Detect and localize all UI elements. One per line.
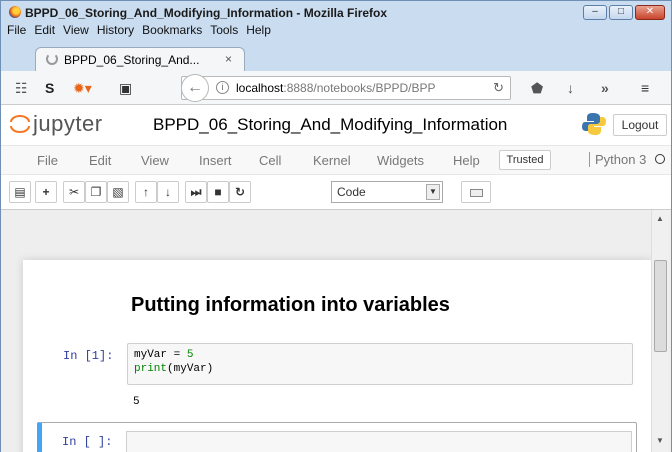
menu-tools[interactable]: Tools	[210, 23, 238, 41]
jmenu-help[interactable]: Help	[453, 153, 480, 168]
cell-type-value: Code	[337, 185, 366, 199]
reload-icon[interactable]: ↻	[493, 80, 504, 96]
vertical-scrollbar[interactable]: ▲ ▼	[651, 210, 669, 452]
minimize-button[interactable]: –	[583, 5, 607, 20]
save-checkpoint-icon[interactable]: ▤	[9, 181, 31, 203]
window-title: BPPD_06_Storing_And_Modifying_Informatio…	[25, 6, 388, 20]
keyboard-shortcuts-button[interactable]	[461, 181, 491, 203]
cell-prompt: In [1]:	[63, 349, 114, 363]
menu-view[interactable]: View	[63, 23, 89, 41]
menu-edit[interactable]: Edit	[34, 23, 55, 41]
jupyter-menubar: File Edit View Insert Cell Kernel Widget…	[1, 145, 671, 175]
code-input[interactable]: myVar = 5 print(myVar)	[127, 343, 633, 385]
loading-icon	[46, 53, 58, 65]
jmenu-kernel[interactable]: Kernel	[313, 153, 351, 168]
url-bar[interactable]: i localhost:8888/notebooks/BPPD/BPP ↻	[181, 76, 511, 100]
menu-file[interactable]: File	[7, 23, 26, 41]
trusted-badge[interactable]: Trusted	[499, 150, 551, 170]
info-icon[interactable]: i	[216, 81, 229, 94]
insert-cell-icon[interactable]: +	[35, 181, 57, 203]
interrupt-icon[interactable]: ■	[207, 181, 229, 203]
firefox-logo-icon	[9, 6, 21, 18]
copy-icon[interactable]: ❐	[85, 181, 107, 203]
selected-code-cell[interactable]: In [ ]:	[37, 422, 637, 452]
notebook-area: Putting information into variables In [1…	[1, 209, 671, 452]
paste-icon[interactable]: ▧	[107, 181, 129, 203]
window-titlebar: BPPD_06_Storing_And_Modifying_Informatio…	[1, 1, 671, 23]
scroll-thumb[interactable]	[654, 260, 667, 352]
rss-icon[interactable]: ☷	[15, 80, 28, 97]
move-up-icon[interactable]: ↑	[135, 181, 157, 203]
chevron-down-icon[interactable]: ▼	[426, 184, 440, 200]
jmenu-view[interactable]: View	[141, 153, 169, 168]
scroll-up-icon[interactable]: ▲	[656, 214, 664, 223]
navigation-bar: ☷ S ✹▾ ▣ ← i localhost:8888/notebooks/BP…	[1, 71, 671, 105]
logout-button[interactable]: Logout	[613, 114, 667, 136]
close-window-button[interactable]: ✕	[635, 5, 665, 20]
cell-type-select[interactable]: Code ▼	[331, 181, 443, 203]
run-icon[interactable]: ⏭	[185, 181, 207, 203]
kernel-status-icon	[655, 154, 665, 164]
maximize-button[interactable]: □	[609, 5, 633, 20]
cell-prompt: In [ ]:	[62, 435, 113, 449]
jmenu-insert[interactable]: Insert	[199, 153, 232, 168]
python-logo-icon	[582, 113, 606, 135]
code-text: myVar = 5 print(myVar)	[134, 349, 214, 375]
back-icon[interactable]: ←	[181, 74, 209, 102]
cut-icon[interactable]: ✂	[63, 181, 85, 203]
kernel-name: Python 3	[589, 152, 646, 167]
scroll-down-icon[interactable]: ▼	[656, 436, 664, 445]
menu-help[interactable]: Help	[246, 23, 271, 41]
jmenu-file[interactable]: File	[37, 153, 58, 168]
s-icon[interactable]: S	[45, 80, 54, 96]
pocket-icon[interactable]: ⬟	[531, 80, 543, 97]
code-input[interactable]	[126, 431, 632, 452]
tab-strip: BPPD_06_Storing_And... ×	[1, 41, 671, 71]
download-icon[interactable]: ↓	[567, 80, 574, 96]
bug-icon[interactable]: ✹▾	[73, 80, 92, 97]
overflow-icon[interactable]: »	[601, 80, 609, 96]
cell-output: 5	[133, 396, 140, 408]
keyboard-icon	[470, 189, 483, 197]
menu-bookmarks[interactable]: Bookmarks	[142, 23, 202, 41]
menu-history[interactable]: History	[97, 23, 134, 41]
hamburger-icon[interactable]: ≡	[641, 80, 649, 96]
browser-menubar: File Edit View History Bookmarks Tools H…	[1, 23, 671, 41]
jupyter-brand[interactable]: jupyter	[33, 111, 103, 137]
notebook-page: Putting information into variables In [1…	[23, 260, 651, 452]
browser-tab[interactable]: BPPD_06_Storing_And... ×	[35, 47, 245, 71]
move-down-icon[interactable]: ↓	[157, 181, 179, 203]
restart-icon[interactable]: ↻	[229, 181, 251, 203]
jmenu-cell[interactable]: Cell	[259, 153, 281, 168]
jmenu-edit[interactable]: Edit	[89, 153, 111, 168]
jupyter-logo-icon[interactable]	[9, 113, 31, 135]
save-icon[interactable]: ▣	[119, 80, 132, 97]
tab-close-icon[interactable]: ×	[225, 52, 232, 66]
jupyter-header: jupyter BPPD_06_Storing_And_Modifying_In…	[1, 105, 671, 145]
tab-title: BPPD_06_Storing_And...	[64, 53, 200, 67]
window-controls: – □ ✕	[583, 5, 665, 20]
jmenu-widgets[interactable]: Widgets	[377, 153, 424, 168]
jupyter-toolbar: ▤ + ✂ ❐ ▧ ↑ ↓ ⏭ ■ ↻ Code ▼	[1, 175, 671, 209]
markdown-heading: Putting information into variables	[131, 294, 450, 316]
url-text: localhost:8888/notebooks/BPPD/BPP	[236, 81, 436, 95]
firefox-window: BPPD_06_Storing_And_Modifying_Informatio…	[0, 0, 672, 452]
notebook-title[interactable]: BPPD_06_Storing_And_Modifying_Informatio…	[153, 115, 507, 135]
